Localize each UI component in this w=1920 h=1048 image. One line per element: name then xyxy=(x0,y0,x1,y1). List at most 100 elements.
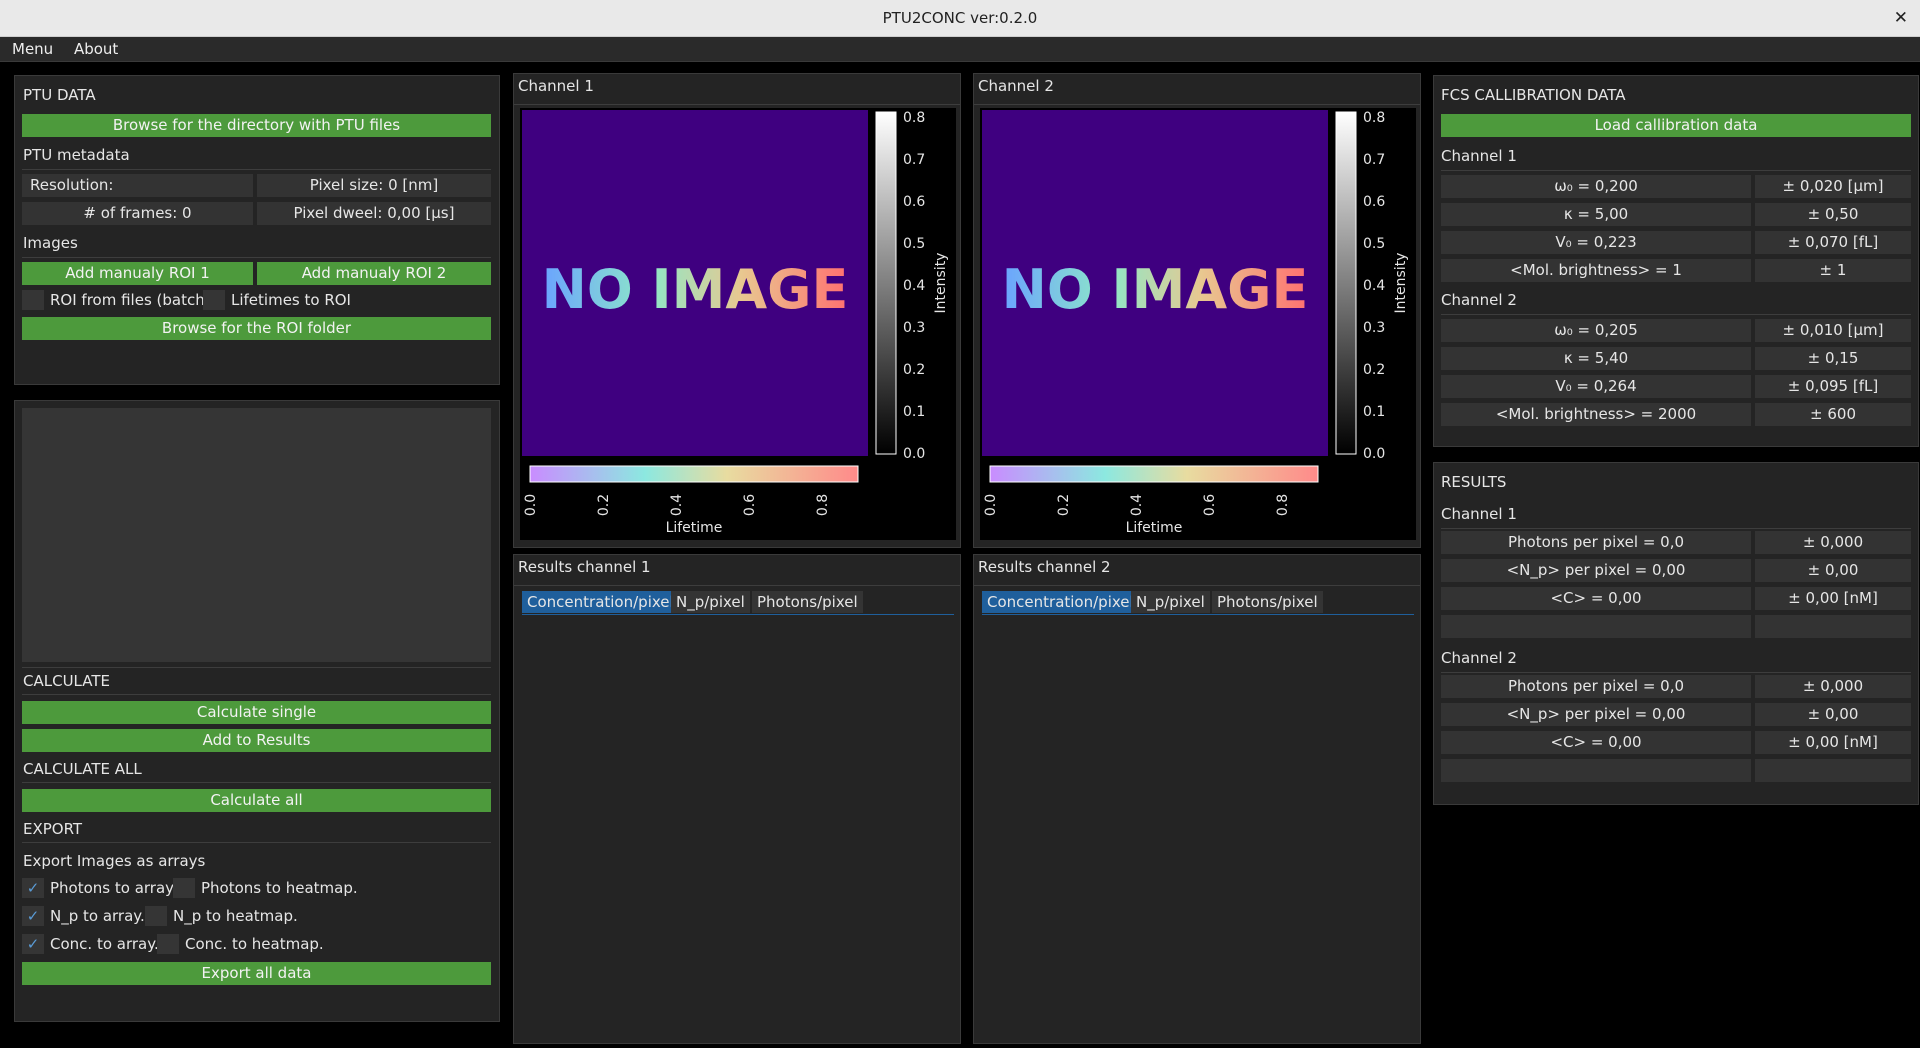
intensity-tick: 0.6 xyxy=(1363,194,1385,210)
photons-heatmap-checkbox[interactable] xyxy=(173,878,195,898)
conc-heatmap-checkbox[interactable] xyxy=(157,934,179,954)
pixel-dwell-field: Pixel dweel: 0,00 [µs] xyxy=(257,202,491,225)
results-channel-1-panel: Results channel 1 Concentration/pixel N_… xyxy=(513,554,961,1044)
lifetime-tick: 0.8 xyxy=(815,494,831,516)
channel-1-title: Channel 1 xyxy=(518,77,594,95)
load-calibration-button[interactable]: Load callibration data xyxy=(1441,114,1911,137)
res-ch1-c-value: <C> = 0,00 xyxy=(1441,587,1751,610)
intensity-tick: 0.0 xyxy=(903,446,925,462)
separator xyxy=(514,104,960,105)
tab-concentration-pixel[interactable]: Concentration/pixel xyxy=(982,591,1139,613)
menu-item-menu[interactable]: Menu xyxy=(0,37,61,61)
intensity-tick: 0.8 xyxy=(1363,110,1385,126)
separator xyxy=(22,694,491,695)
res-ch2-c-error: ± 0,00 [nM] xyxy=(1755,731,1911,754)
res-ch1-np-error: ± 0,00 xyxy=(1755,559,1911,582)
menu-bar: Menu About xyxy=(0,37,1920,62)
lifetime-axis-label: Lifetime xyxy=(1126,520,1183,536)
np-heatmap-checkbox[interactable] xyxy=(145,906,167,926)
intensity-tick: 0.7 xyxy=(903,152,925,168)
res-ch2-photons-value: Photons per pixel = 0,0 xyxy=(1441,675,1751,698)
res-ch1-np-value: <N_p> per pixel = 0,00 xyxy=(1441,559,1751,582)
fcs-ch1-v0-error: ± 0,070 [fL] xyxy=(1755,231,1911,254)
channel-2-plot: NO IMAGE 0.8 0.7 0.6 0.5 0.4 0.3 0.2 0.1… xyxy=(980,108,1416,540)
separator xyxy=(1441,528,1911,529)
photons-heatmap-label: Photons to heatmap. xyxy=(201,879,358,897)
res-ch1-photons-error: ± 0,000 xyxy=(1755,531,1911,554)
fcs-ch2-brightness-value: <Mol. brightness> = 2000 xyxy=(1441,403,1751,426)
calculate-single-button[interactable]: Calculate single xyxy=(22,701,491,724)
tab-photons-pixel[interactable]: Photons/pixel xyxy=(1212,591,1323,613)
export-images-label: Export Images as arrays xyxy=(23,852,206,870)
intensity-tick: 0.7 xyxy=(1363,152,1385,168)
res-ch2-c-value: <C> = 0,00 xyxy=(1441,731,1751,754)
separator xyxy=(22,842,491,843)
separator xyxy=(974,104,1420,105)
fcs-ch1-w0-error: ± 0,020 [µm] xyxy=(1755,175,1911,198)
calculate-all-button[interactable]: Calculate all xyxy=(22,789,491,812)
channel-1-no-image-text: NO IMAGE xyxy=(542,258,849,321)
np-heatmap-label: N_p to heatmap. xyxy=(173,907,298,925)
calculate-all-header: CALCULATE ALL xyxy=(23,760,142,778)
res-ch1-empty-value xyxy=(1441,615,1751,638)
tab-photons-pixel[interactable]: Photons/pixel xyxy=(752,591,863,613)
fcs-ch2-w0-error: ± 0,010 [µm] xyxy=(1755,319,1911,342)
intensity-tick: 0.3 xyxy=(1363,320,1385,336)
photons-array-checkbox[interactable]: ✓ xyxy=(22,878,44,898)
export-header: EXPORT xyxy=(23,820,83,838)
fcs-ch2-w0-value: ω₀ = 0,205 xyxy=(1441,319,1751,342)
resolution-field: Resolution: xyxy=(22,174,253,197)
intensity-tick: 0.5 xyxy=(1363,236,1385,252)
res-ch2-empty-error xyxy=(1755,759,1911,782)
separator xyxy=(22,169,491,170)
intensity-tick: 0.6 xyxy=(903,194,925,210)
tab-np-pixel[interactable]: N_p/pixel xyxy=(671,591,750,613)
export-all-button[interactable]: Export all data xyxy=(22,962,491,985)
intensity-tick: 0.3 xyxy=(903,320,925,336)
fcs-ch2-kappa-value: κ = 5,40 xyxy=(1441,347,1751,370)
calculate-header: CALCULATE xyxy=(23,672,110,690)
fcs-header: FCS CALLIBRATION DATA xyxy=(1441,86,1626,104)
tab-concentration-pixel[interactable]: Concentration/pixel xyxy=(522,591,679,613)
add-to-results-button[interactable]: Add to Results xyxy=(22,729,491,752)
pixel-size-field: Pixel size: 0 [nm] xyxy=(257,174,491,197)
photons-array-label: Photons to array. xyxy=(50,879,177,897)
conc-array-label: Conc. to array. xyxy=(50,935,159,953)
lifetime-tick: 0.8 xyxy=(1275,494,1291,516)
lifetime-axis-label: Lifetime xyxy=(666,520,723,536)
separator xyxy=(514,585,960,586)
lifetimes-roi-checkbox[interactable] xyxy=(203,290,225,310)
intensity-tick: 0.8 xyxy=(903,110,925,126)
menu-item-about[interactable]: About xyxy=(66,37,126,61)
separator xyxy=(1441,314,1911,315)
browse-roi-folder-button[interactable]: Browse for the ROI folder xyxy=(22,317,491,340)
add-roi-2-button[interactable]: Add manualy ROI 2 xyxy=(257,262,491,285)
browse-ptu-button[interactable]: Browse for the directory with PTU files xyxy=(22,114,491,137)
fcs-ch1-brightness-value: <Mol. brightness> = 1 xyxy=(1441,259,1751,282)
fcs-channel-2-label: Channel 2 xyxy=(1441,291,1517,309)
channel-2-no-image-text: NO IMAGE xyxy=(1002,258,1309,321)
channel-1-plot-svg: NO IMAGE 0.8 0.7 0.6 0.5 0.4 0.3 0.2 0.1… xyxy=(522,110,949,536)
roi-batch-checkbox[interactable] xyxy=(22,290,44,310)
np-array-checkbox[interactable]: ✓ xyxy=(22,906,44,926)
add-roi-1-button[interactable]: Add manualy ROI 1 xyxy=(22,262,253,285)
fcs-ch2-brightness-error: ± 600 xyxy=(1755,403,1911,426)
res-ch2-photons-error: ± 0,000 xyxy=(1755,675,1911,698)
intensity-tick: 0.2 xyxy=(1363,362,1385,378)
intensity-tick: 0.4 xyxy=(903,278,925,294)
close-icon[interactable]: ✕ xyxy=(1894,0,1908,36)
lifetime-ticks: 0.0 0.2 0.4 0.6 0.8 xyxy=(523,494,831,516)
tab-underline xyxy=(522,614,954,615)
conc-array-checkbox[interactable]: ✓ xyxy=(22,934,44,954)
separator xyxy=(22,667,491,668)
intensity-ticks: 0.8 0.7 0.6 0.5 0.4 0.3 0.2 0.1 0.0 xyxy=(1363,110,1385,462)
fcs-ch1-v0-value: V₀ = 0,223 xyxy=(1441,231,1751,254)
intensity-tick: 0.1 xyxy=(903,404,925,420)
channel-1-panel: Channel 1 NO IMAGE 0.8 0.7 0.6 0.5 0.4 0… xyxy=(513,73,961,548)
fcs-channel-1-label: Channel 1 xyxy=(1441,147,1517,165)
res-ch2-empty-value xyxy=(1441,759,1751,782)
res-ch1-c-error: ± 0,00 [nM] xyxy=(1755,587,1911,610)
tab-np-pixel[interactable]: N_p/pixel xyxy=(1131,591,1210,613)
lifetime-tick: 0.6 xyxy=(1202,494,1218,516)
fcs-ch1-kappa-value: κ = 5,00 xyxy=(1441,203,1751,226)
